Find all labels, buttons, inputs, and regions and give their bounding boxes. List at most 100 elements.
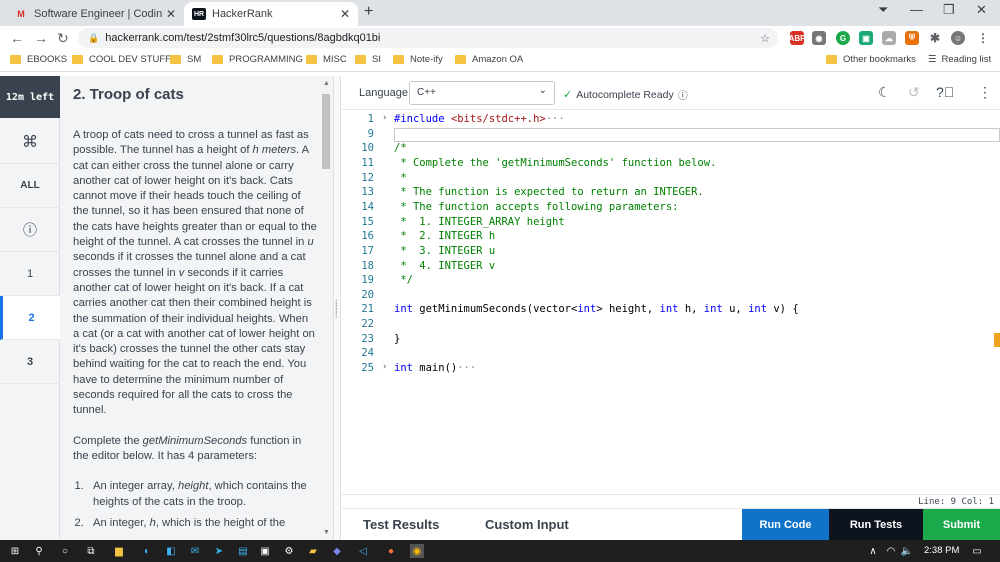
info-icon[interactable]: ⓘ	[0, 208, 60, 252]
task-view-icon[interactable]: ⧉	[84, 544, 98, 558]
forward-icon[interactable]: →	[34, 30, 48, 46]
scrollbar-thumb[interactable]	[322, 94, 330, 169]
code-line[interactable]: 22	[342, 318, 1000, 333]
code-line[interactable]: 19 */	[342, 274, 1000, 289]
bookmark-folder[interactable]: COOL DEV STUFF	[72, 54, 171, 65]
edge-icon[interactable]: ◐	[140, 544, 154, 558]
windows-start-icon[interactable]: ⊞	[8, 544, 22, 558]
bookmark-folder[interactable]: SM	[170, 54, 201, 65]
code-line[interactable]: 21 int getMinimumSeconds(vector<int> heig…	[342, 303, 1000, 318]
url-bar[interactable]: 🔒 hackerrank.com/test/2stmf30lrc5/questi…	[78, 28, 778, 48]
tab-hackerrank[interactable]: HR HackerRank ✕	[184, 2, 358, 26]
chevron-up-icon[interactable]: ∧	[866, 544, 880, 558]
bookmark-folder[interactable]: Amazon OA	[455, 54, 523, 65]
bookmark-folder[interactable]: MISC	[306, 54, 347, 65]
code-line[interactable]: 14 * The function accepts following para…	[342, 201, 1000, 216]
star-icon[interactable]: ☆	[760, 32, 770, 45]
shortcuts-icon[interactable]: ⌘	[0, 120, 60, 164]
tab-custom-input[interactable]: Custom Input	[485, 517, 569, 532]
cloud-icon[interactable]: ☁	[882, 31, 896, 45]
menu-icon[interactable]: ⋮	[976, 31, 990, 45]
code-line[interactable]: 18 * 4. INTEGER v	[342, 260, 1000, 275]
info-icon[interactable]: ⓘ	[678, 87, 688, 102]
sticky-notes-icon[interactable]: ▰	[306, 544, 320, 558]
bookmark-folder[interactable]: Note-ify	[393, 54, 443, 65]
fold-chevron-icon[interactable]: ›	[382, 362, 387, 372]
new-tab-button[interactable]: +	[364, 3, 373, 21]
cortana-icon[interactable]: ○	[58, 544, 72, 558]
rail-question-3[interactable]: 3	[0, 340, 60, 384]
code-line[interactable]: 17 * 3. INTEGER u	[342, 245, 1000, 260]
puzzle-icon[interactable]: ✱	[928, 31, 942, 45]
file-explorer-icon[interactable]: ▆	[112, 544, 126, 558]
chrome-icon[interactable]: ◉	[410, 544, 424, 558]
line-number: 12	[361, 171, 374, 184]
code-line[interactable]: 24	[342, 347, 1000, 362]
vscode-icon[interactable]: ◁	[356, 544, 370, 558]
bookmark-folder[interactable]: PROGRAMMING	[212, 54, 303, 65]
avatar[interactable]: ☺	[951, 31, 965, 45]
teams-icon[interactable]: ◆	[330, 544, 344, 558]
scroll-down-icon[interactable]: ▼	[323, 529, 330, 536]
minimize-button[interactable]: —	[910, 2, 923, 17]
code-line[interactable]: 1 › #include <bits/stdc++.h>···	[342, 113, 1000, 128]
problem-scrollbar[interactable]: ▲ ▼	[320, 76, 333, 540]
scroll-up-icon[interactable]: ▲	[323, 80, 330, 87]
rail-question-2[interactable]: 2	[0, 296, 60, 340]
store-icon[interactable]: ◧	[164, 544, 178, 558]
shield-icon[interactable]: ⛨	[905, 31, 919, 45]
run-tests-button[interactable]: Run Tests	[829, 509, 923, 541]
settings-gear-icon[interactable]: ⚙	[282, 544, 296, 558]
close-icon[interactable]: ✕	[166, 7, 176, 21]
adblock-icon[interactable]: ABP	[789, 31, 805, 45]
code-line[interactable]: 16 * 2. INTEGER h	[342, 230, 1000, 245]
code-line[interactable]: 12 *	[342, 172, 1000, 187]
code-line[interactable]: 20	[342, 289, 1000, 304]
extension-icon[interactable]: ▣	[859, 31, 873, 45]
panel-splitter[interactable]: ⁞ ⁞ ⁞ ⁞	[333, 76, 341, 540]
close-icon[interactable]: ✕	[340, 7, 350, 21]
other-bookmarks[interactable]: Other bookmarks	[826, 54, 916, 65]
fold-chevron-icon[interactable]: ›	[382, 113, 387, 123]
firefox-icon[interactable]: ●	[384, 544, 398, 558]
bookmark-folder[interactable]: EBOOKS	[10, 54, 67, 65]
drag-handle-icon[interactable]: ⁞ ⁞ ⁞ ⁞	[335, 299, 337, 320]
code-line[interactable]: 25 › int main()···	[342, 362, 1000, 377]
rail-question-1[interactable]: 1	[0, 252, 60, 296]
bookmark-folder[interactable]: SI	[355, 54, 381, 65]
code-line[interactable]: 9	[342, 127, 1000, 143]
code-line[interactable]: 11 * Complete the 'getMinimumSeconds' fu…	[342, 157, 1000, 172]
profile-dropdown-icon[interactable]: ⏷	[878, 2, 888, 18]
camera-icon[interactable]: ◉	[812, 31, 826, 45]
close-window-button[interactable]: ✕	[976, 2, 987, 18]
theme-moon-icon[interactable]: ☾	[878, 84, 891, 101]
reload-icon[interactable]: ↻	[57, 30, 69, 47]
history-icon[interactable]: ↺	[908, 84, 920, 101]
restore-button[interactable]: ❐	[943, 2, 955, 18]
code-line[interactable]: 13 * The function is expected to return …	[342, 186, 1000, 201]
rail-all-questions[interactable]: ALL	[0, 164, 60, 208]
autocomplete-toggle[interactable]: ✓ Autocomplete Ready ⓘ	[563, 87, 688, 103]
wifi-icon[interactable]: ◠	[884, 544, 898, 558]
more-options-icon[interactable]: ⋮	[978, 84, 992, 101]
code-line[interactable]: 15 * 1. INTEGER_ARRAY height	[342, 216, 1000, 231]
code-line[interactable]: 10 /*	[342, 142, 1000, 157]
submit-button[interactable]: Submit	[923, 509, 1000, 541]
help-icon[interactable]: ?⃝	[936, 84, 954, 100]
tab-test-results[interactable]: Test Results	[363, 517, 439, 532]
telegram-icon[interactable]: ➤	[212, 544, 226, 558]
photos-icon[interactable]: ▤	[236, 544, 250, 558]
back-icon[interactable]: ←	[10, 30, 24, 46]
code-line[interactable]: 23}	[342, 333, 1000, 348]
reading-list[interactable]: ☰ Reading list	[928, 54, 991, 65]
mail-icon[interactable]: ✉	[188, 544, 202, 558]
grammarly-icon[interactable]: G	[836, 31, 850, 45]
code-editor[interactable]: 1 › #include <bits/stdc++.h>··· 9 10 /* 11 * C…	[342, 110, 1000, 494]
volume-icon[interactable]: 🔈	[900, 544, 914, 558]
terminal-icon[interactable]: ▣	[258, 544, 272, 558]
language-select[interactable]: C++ ⌄	[409, 81, 555, 105]
tab-gmail[interactable]: M Software Engineer | Coding Test | ✕	[6, 2, 184, 26]
notifications-icon[interactable]: ▭	[970, 544, 984, 558]
run-code-button[interactable]: Run Code	[742, 509, 829, 541]
search-icon[interactable]: ⚲	[32, 544, 46, 558]
